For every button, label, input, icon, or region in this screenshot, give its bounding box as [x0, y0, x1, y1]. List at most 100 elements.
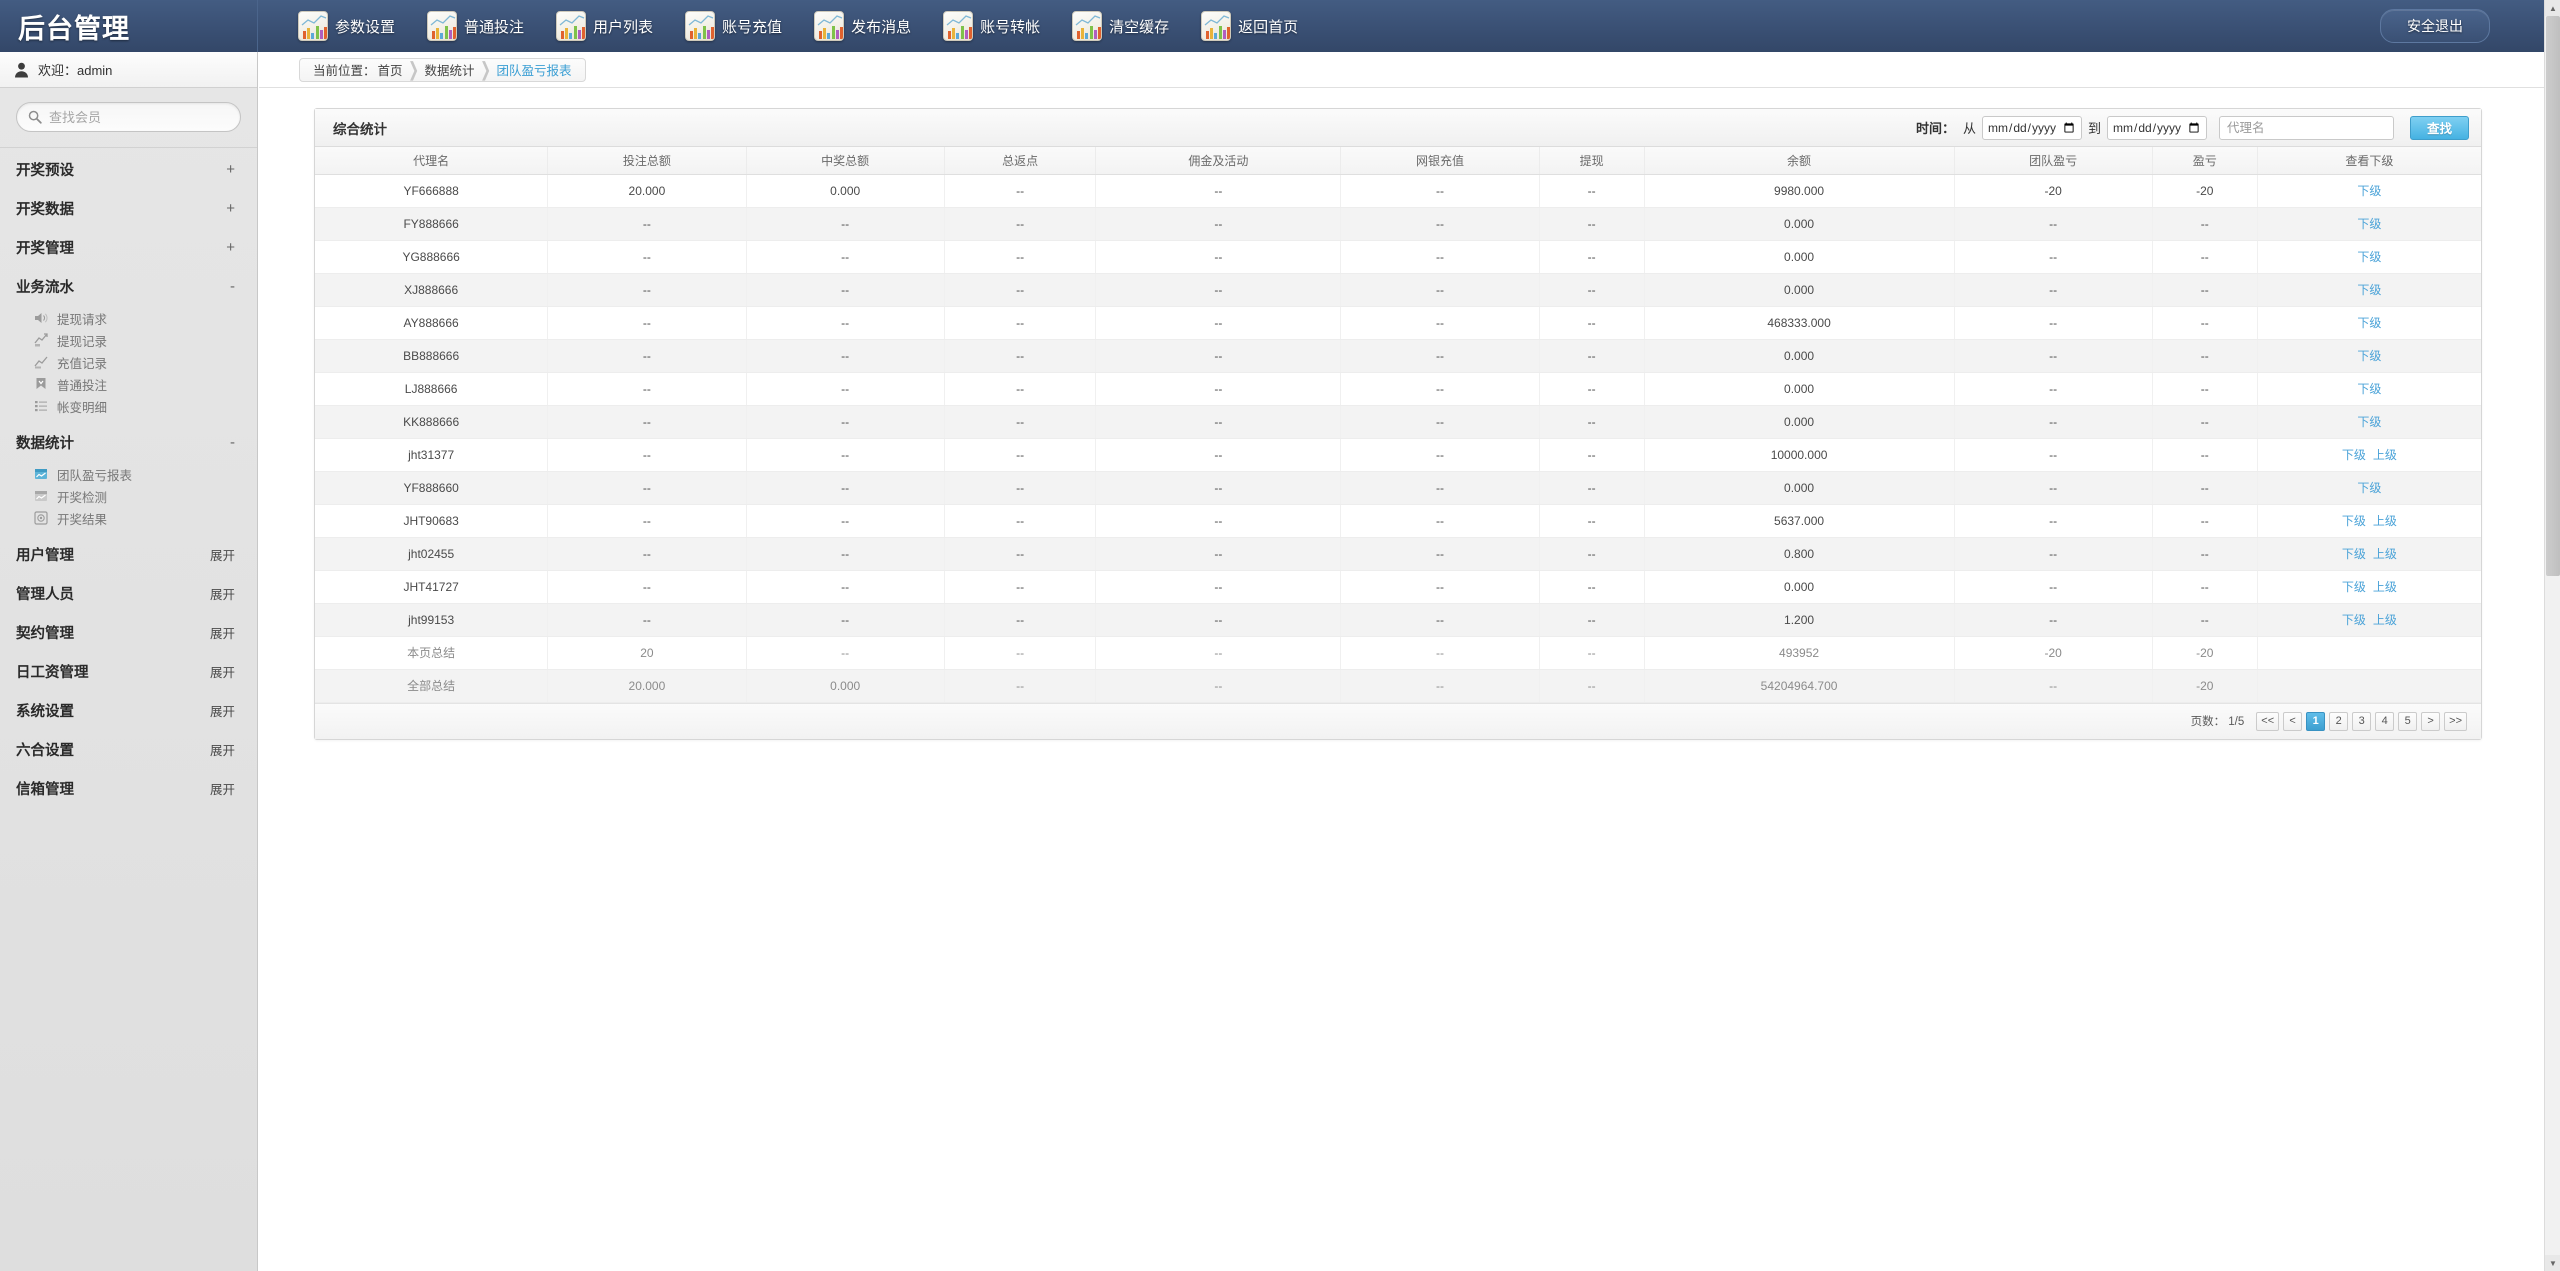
breadcrumb-home[interactable]: 首页 — [378, 60, 403, 79]
sidebar-group-label: 数据统计 — [16, 436, 74, 452]
view-downline-link[interactable]: 下级 — [2357, 349, 2381, 363]
cell-pl: -20 — [2152, 174, 2258, 208]
sidebar-group-5[interactable]: 数据统计 - — [0, 423, 257, 462]
nav-item-7[interactable]: 清空缓存 — [1056, 0, 1185, 52]
cell-pl: -- — [2152, 603, 2258, 637]
page-button-4[interactable]: 4 — [2375, 711, 2395, 731]
view-upline-link[interactable]: 上级 — [2373, 580, 2397, 594]
nav-item-5[interactable]: 发布消息 — [798, 0, 927, 52]
sidebar-item-普通投注[interactable]: 普通投注 — [0, 373, 257, 395]
cell-pl: -- — [2152, 372, 2258, 406]
scrollbar-thumb[interactable] — [2546, 16, 2560, 576]
sidebar-group-toggle-icon[interactable]: 展开 — [210, 545, 235, 564]
cell-bet: -- — [547, 306, 747, 340]
sidebar-group-toggle-icon[interactable]: 展开 — [210, 701, 235, 720]
sidebar-item-帐变明细[interactable]: 帐变明细 — [0, 395, 257, 417]
sidebar-group-toggle-icon[interactable]: - — [230, 434, 235, 451]
sidebar-item-团队盈亏报表[interactable]: 团队盈亏报表 — [0, 463, 257, 485]
nav-item-8[interactable]: 返回首页 — [1185, 0, 1314, 52]
nav-item-3[interactable]: 用户列表 — [540, 0, 669, 52]
sidebar-group-11[interactable]: 六合设置 展开 — [0, 730, 257, 769]
breadcrumb-section[interactable]: 数据统计 — [425, 60, 475, 79]
user-icon — [14, 62, 29, 78]
view-downline-link[interactable]: 下级 — [2342, 514, 2366, 528]
view-downline-link[interactable]: 下级 — [2357, 415, 2381, 429]
sidebar-group-1[interactable]: 开奖预设 + — [0, 150, 257, 189]
cell-links: 下级 — [2257, 240, 2481, 274]
cell-links: 下级 上级 — [2257, 537, 2481, 571]
sidebar-group-9[interactable]: 日工资管理 展开 — [0, 652, 257, 691]
scroll-up-icon[interactable]: ▲ — [2545, 0, 2560, 16]
page-button-3[interactable]: 3 — [2352, 711, 2372, 731]
cell-withdraw: -- — [1539, 207, 1645, 241]
sidebar-item-提现记录[interactable]: 提现记录 — [0, 329, 257, 351]
sidebar-group-toggle-icon[interactable]: + — [226, 200, 235, 217]
table-row: YF666888 20.000 0.000 -- -- -- -- 9980.000 -20 -2… — [315, 174, 2481, 208]
sidebar-item-提现请求[interactable]: 提现请求 — [0, 307, 257, 329]
sidebar-group-toggle-icon[interactable]: - — [230, 278, 235, 295]
view-downline-link[interactable]: 下级 — [2357, 217, 2381, 231]
page-scrollbar[interactable]: ▲ ▼ — [2544, 0, 2560, 1271]
sidebar-group-toggle-icon[interactable]: 展开 — [210, 740, 235, 759]
view-downline-link[interactable]: 下级 — [2357, 316, 2381, 330]
search-button[interactable]: 查找 — [2409, 115, 2469, 140]
view-downline-link[interactable]: 下级 — [2357, 184, 2381, 198]
cell-commission: -- — [1095, 372, 1342, 406]
cell-deposit: -- — [1340, 537, 1540, 571]
page-next-button[interactable]: > — [2421, 711, 2441, 731]
sidebar-group-2[interactable]: 开奖数据 + — [0, 189, 257, 228]
sidebar-group-toggle-icon[interactable]: 展开 — [210, 623, 235, 642]
cell-rebate: -- — [944, 240, 1097, 274]
chart-icon — [1072, 11, 1103, 41]
sidebar-item-开奖检测[interactable]: 开奖检测 — [0, 485, 257, 507]
sidebar-group-4[interactable]: 业务流水 - — [0, 267, 257, 306]
sidebar-group-toggle-icon[interactable]: + — [226, 239, 235, 256]
view-upline-link[interactable]: 上级 — [2373, 514, 2397, 528]
page-button-5[interactable]: 5 — [2398, 711, 2418, 731]
sidebar-item-充值记录[interactable]: 充值记录 — [0, 351, 257, 373]
sidebar-group-toggle-icon[interactable]: + — [226, 161, 235, 178]
logout-button[interactable]: 安全退出 — [2380, 9, 2490, 43]
cell-win: -- — [746, 240, 945, 274]
cell-balance: 0.000 — [1644, 570, 1955, 604]
sidebar-group-6[interactable]: 用户管理 展开 — [0, 535, 257, 574]
sidebar-group-8[interactable]: 契约管理 展开 — [0, 613, 257, 652]
date-to-input[interactable] — [2106, 115, 2207, 140]
sidebar-group-toggle-icon[interactable]: 展开 — [210, 662, 235, 681]
breadcrumb-bar: 当前位置： 首页 ❯ 数据统计 ❯ 团队盈亏报表 — [259, 52, 2544, 88]
view-downline-link[interactable]: 下级 — [2357, 382, 2381, 396]
page-last-button[interactable]: >> — [2444, 711, 2467, 731]
scroll-down-icon[interactable]: ▼ — [2545, 1255, 2560, 1271]
sidebar-group-3[interactable]: 开奖管理 + — [0, 228, 257, 267]
sidebar-group-toggle-icon[interactable]: 展开 — [210, 779, 235, 798]
page-button-2[interactable]: 2 — [2329, 711, 2349, 731]
view-upline-link[interactable]: 上级 — [2373, 448, 2397, 462]
page-first-button[interactable]: << — [2256, 711, 2280, 731]
sidebar-group-7[interactable]: 管理人员 展开 — [0, 574, 257, 613]
view-downline-link[interactable]: 下级 — [2342, 580, 2366, 594]
table-row: JHT90683 -- -- -- -- -- -- 5637.000 -- -- 下级 上级 — [315, 504, 2481, 538]
view-downline-link[interactable]: 下级 — [2357, 283, 2381, 297]
page-prev-button[interactable]: < — [2283, 711, 2303, 731]
report-chart-icon — [34, 489, 48, 503]
view-downline-link[interactable]: 下级 — [2342, 547, 2366, 561]
date-from-input[interactable] — [1981, 115, 2082, 140]
view-upline-link[interactable]: 上级 — [2373, 547, 2397, 561]
sidebar-group-toggle-icon[interactable]: 展开 — [210, 584, 235, 603]
view-downline-link[interactable]: 下级 — [2342, 613, 2366, 627]
member-search-box[interactable] — [16, 102, 241, 132]
sidebar-item-开奖结果[interactable]: 开奖结果 — [0, 507, 257, 529]
view-downline-link[interactable]: 下级 — [2357, 481, 2381, 495]
page-button-1[interactable]: 1 — [2306, 711, 2326, 731]
sidebar-group-10[interactable]: 系统设置 展开 — [0, 691, 257, 730]
view-downline-link[interactable]: 下级 — [2357, 250, 2381, 264]
nav-item-1[interactable]: 参数设置 — [282, 0, 411, 52]
search-input[interactable] — [47, 108, 225, 126]
view-upline-link[interactable]: 上级 — [2373, 613, 2397, 627]
agent-name-input[interactable] — [2218, 115, 2394, 140]
sidebar-group-12[interactable]: 信箱管理 展开 — [0, 769, 257, 808]
nav-item-2[interactable]: 普通投注 — [411, 0, 540, 52]
nav-item-4[interactable]: 账号充值 — [669, 0, 798, 52]
view-downline-link[interactable]: 下级 — [2342, 448, 2366, 462]
nav-item-6[interactable]: 账号转帐 — [927, 0, 1056, 52]
